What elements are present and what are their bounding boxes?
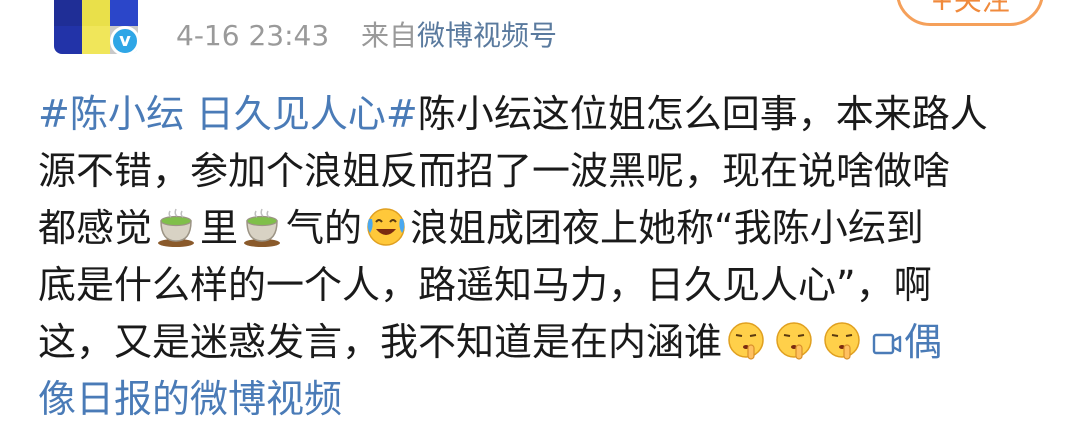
post-text: 里 (200, 206, 239, 250)
post-text: 气的 (286, 206, 363, 250)
verified-badge-icon: v (110, 26, 140, 56)
tea-emoji-icon (154, 205, 198, 249)
post-line-2: 源不错，参加个浪姐反而招了一波黑呢，现在说啥做啥 (38, 143, 1048, 200)
post-text: 陈小纭这位姐怎么回事，本来路人 (417, 92, 988, 136)
post-text: 这，又是迷惑发言，我不知道是在内涵谁 (38, 320, 723, 364)
tea-emoji-icon (240, 205, 284, 249)
shush-emoji-icon (772, 319, 816, 363)
post-content: #陈小纭 日久见人心#陈小纭这位姐怎么回事，本来路人 源不错，参加个浪姐反而招了… (38, 86, 1048, 428)
weibo-post: v 4-16 23:43 来自微博视频号 +关注 #陈小纭 日久见人心#陈小纭这… (0, 0, 1080, 438)
post-line-4: 底是什么样的一个人，路遥知马力，日久见人心”，啊 (38, 257, 1048, 314)
video-link[interactable]: 偶 (904, 320, 942, 364)
video-icon[interactable] (872, 331, 902, 357)
source-prefix: 来自 (360, 19, 417, 52)
laugh-cry-emoji-icon (364, 205, 408, 249)
shush-emoji-icon (820, 319, 864, 363)
post-line-1: #陈小纭 日久见人心#陈小纭这位姐怎么回事，本来路人 (38, 86, 1048, 143)
post-text: 浪姐成团夜上她称“我陈小纭到 (410, 206, 924, 250)
post-meta: 4-16 23:43 来自微博视频号 (176, 16, 557, 56)
follow-button[interactable]: +关注 (896, 0, 1044, 26)
post-text: 底是什么样的一个人，路遥知马力，日久见人心”，啊 (38, 263, 932, 307)
post-line-3: 都感觉 里 气的 浪姐成团夜上她称“我陈小纭到 (38, 200, 1048, 257)
post-line-5: 这，又是迷惑发言，我不知道是在内涵谁 偶 (38, 314, 1048, 371)
post-text: 都感觉 (38, 206, 153, 250)
post-text: 源不错，参加个浪姐反而招了一波黑呢，现在说啥做啥 (38, 149, 951, 193)
post-time: 4-16 23:43 (176, 19, 330, 52)
source-link[interactable]: 微博视频号 (417, 19, 557, 52)
post-line-6: 像日报的微博视频 (38, 371, 1048, 428)
shush-emoji-icon (724, 319, 768, 363)
hashtag-link[interactable]: #陈小纭 日久见人心# (38, 92, 418, 136)
video-link[interactable]: 像日报的微博视频 (38, 377, 342, 421)
